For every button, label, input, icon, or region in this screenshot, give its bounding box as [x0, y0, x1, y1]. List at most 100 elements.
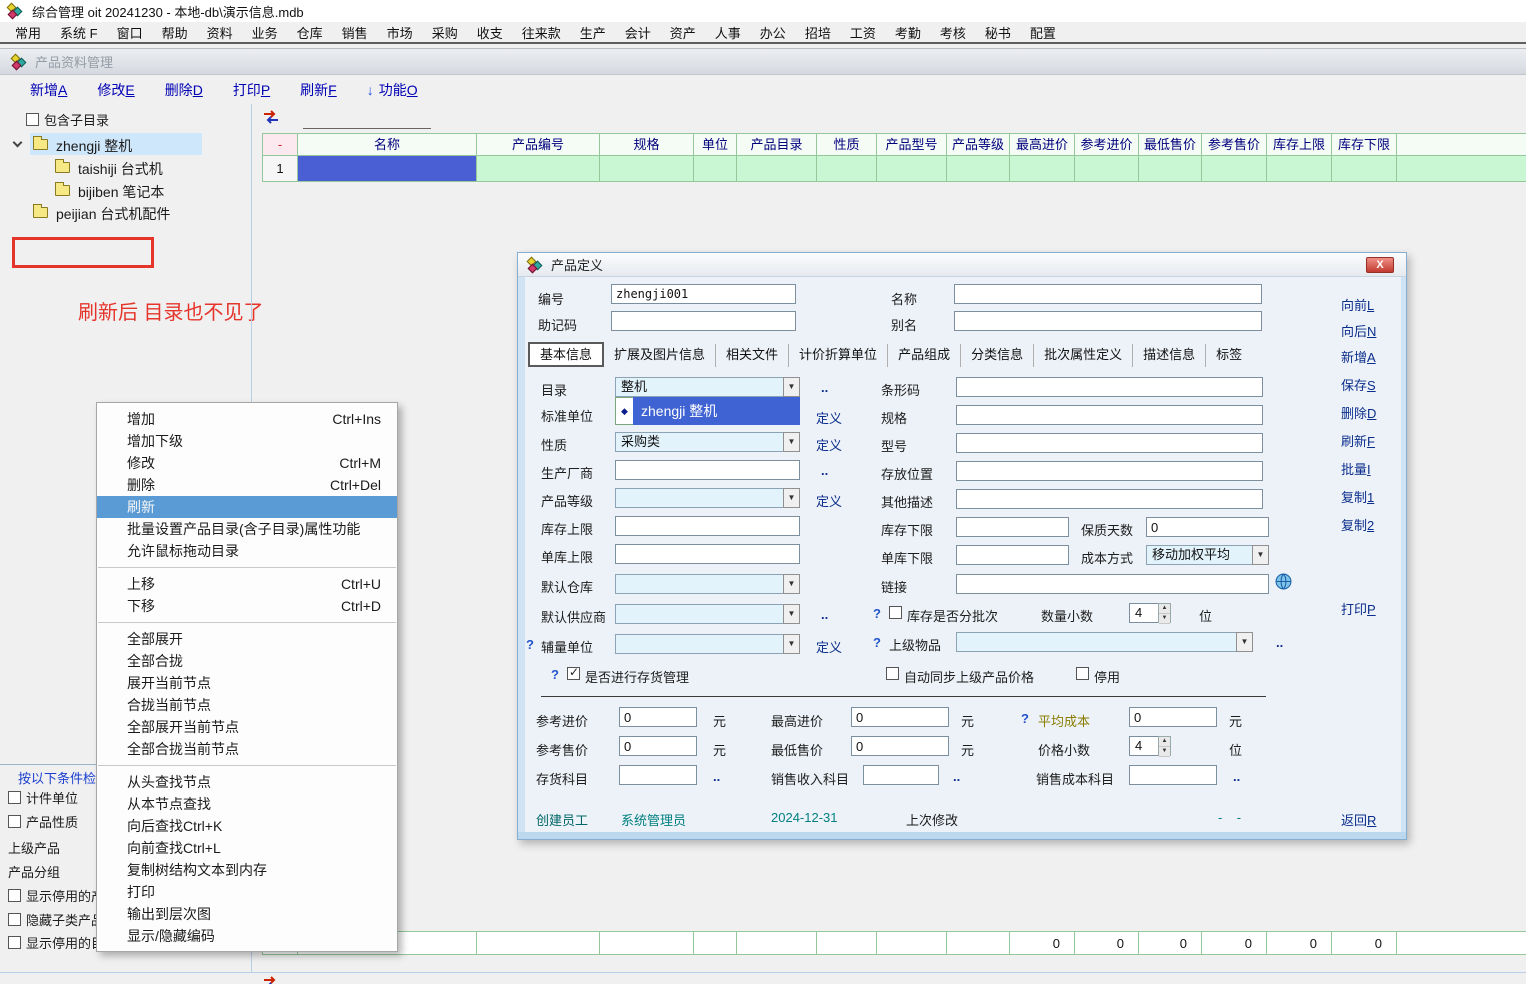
include-subfolder-checkbox[interactable] — [26, 113, 39, 126]
grid-header-cell[interactable]: 产品目录 — [737, 133, 817, 156]
manufacturer-input[interactable] — [615, 460, 800, 480]
menu-item[interactable]: 市场 — [384, 23, 416, 42]
menu-item[interactable]: 仓库 — [294, 23, 326, 42]
menu-item[interactable]: 业务 — [249, 23, 281, 42]
grid-cell[interactable] — [600, 156, 694, 182]
stock-account-browse-link[interactable]: .. — [713, 769, 720, 784]
grid-header-cell[interactable]: 规格 — [600, 133, 694, 156]
parent-item-combobox[interactable]: ▼ — [956, 632, 1253, 652]
catalog-combobox[interactable]: 整机▼ — [615, 377, 800, 397]
menu-item[interactable]: 窗口 — [114, 23, 146, 42]
grid-header-cell[interactable]: 库存下限 — [1332, 133, 1397, 156]
return-button[interactable]: 返回R — [1341, 810, 1376, 829]
cost-method-combobox[interactable]: 移动加权平均▼ — [1146, 545, 1269, 565]
grid-cell[interactable] — [947, 156, 1010, 182]
menu-item[interactable]: 人事 — [712, 23, 744, 42]
tab-basic-info[interactable]: 基本信息 — [528, 342, 604, 367]
print-button[interactable]: 打印P — [1341, 599, 1376, 618]
tree-node-peijian[interactable]: peijian 台式机配件 — [56, 204, 170, 224]
stock-lower-input[interactable] — [956, 517, 1069, 537]
menu-item-expand-node[interactable]: 展开当前节点 — [97, 672, 397, 694]
filter-checkbox[interactable] — [8, 936, 21, 949]
qty-decimal-stepper[interactable]: 4▲▼ — [1129, 603, 1171, 623]
batch-button[interactable]: 批量I — [1341, 459, 1371, 478]
menu-item-print[interactable]: 打印 — [97, 881, 397, 903]
menu-item-find-next[interactable]: 向后查找Ctrl+K — [97, 815, 397, 837]
link-input[interactable] — [956, 574, 1269, 594]
name-input[interactable] — [954, 284, 1262, 304]
tree-expand-icon[interactable] — [13, 138, 23, 148]
tab-composition[interactable]: 产品组成 — [888, 344, 961, 367]
aux-unit-combobox[interactable]: ▼ — [615, 634, 800, 654]
menu-item[interactable]: 常用 — [12, 23, 44, 42]
menu-item-allow-drag[interactable]: 允许鼠标拖动目录 — [97, 540, 397, 562]
quick-search-input[interactable] — [303, 112, 431, 129]
store-lower-input[interactable] — [956, 545, 1069, 565]
filter-checkbox[interactable] — [8, 815, 21, 828]
help-icon[interactable]: ? — [873, 606, 881, 621]
menu-item[interactable]: 帮助 — [159, 23, 191, 42]
spec-input[interactable] — [956, 405, 1263, 425]
menu-item-copy-tree-text[interactable]: 复制树结构文本到内存 — [97, 859, 397, 881]
sync-price-checkbox[interactable] — [886, 667, 899, 680]
supplier-browse-link[interactable]: .. — [821, 607, 828, 622]
avg-cost-input[interactable] — [1129, 707, 1217, 727]
store-upper-input[interactable] — [615, 544, 800, 564]
stock-upper-input[interactable] — [615, 516, 800, 536]
grid-header-cell[interactable]: 产品型号 — [877, 133, 947, 156]
ref-purchase-input[interactable] — [619, 707, 697, 727]
grid-header-cell[interactable]: 性质 — [817, 133, 877, 156]
default-warehouse-combobox[interactable]: ▼ — [615, 574, 800, 594]
menu-item[interactable]: 系统 F — [57, 23, 101, 42]
add-button[interactable]: 新增A — [30, 80, 67, 100]
grid-header-cell[interactable]: 参考进价 — [1075, 133, 1139, 156]
name-cell-selected[interactable] — [298, 156, 477, 182]
functions-button[interactable]: ↓功能O — [367, 80, 418, 100]
menu-item-add[interactable]: 增加Ctrl+Ins — [97, 408, 397, 430]
refresh-button[interactable]: 刷新F — [1341, 431, 1375, 450]
grid-header-cell[interactable]: 名称 — [298, 133, 477, 156]
aux-unit-define-link[interactable]: 定义 — [816, 637, 842, 656]
menu-item[interactable]: 资料 — [204, 23, 236, 42]
menu-item-add-child[interactable]: 增加下级 — [97, 430, 397, 452]
copy1-button[interactable]: 复制1 — [1341, 487, 1374, 506]
price-decimal-stepper[interactable]: 4▲▼ — [1129, 736, 1171, 756]
grid-header-cell[interactable]: 最低售价 — [1139, 133, 1202, 156]
grade-define-link[interactable]: 定义 — [816, 491, 842, 510]
alias-input[interactable] — [954, 311, 1262, 331]
grid-cell[interactable] — [877, 156, 947, 182]
menu-item[interactable]: 考核 — [937, 23, 969, 42]
prev-button[interactable]: 向前L — [1341, 295, 1374, 314]
menu-item-find-prev[interactable]: 向前查找Ctrl+L — [97, 837, 397, 859]
stepper-arrows[interactable]: ▲▼ — [1158, 603, 1171, 623]
inventory-mgmt-checkbox[interactable] — [567, 667, 580, 680]
menu-item[interactable]: 往来款 — [519, 23, 564, 42]
menu-item[interactable]: 生产 — [577, 23, 609, 42]
chevron-down-icon[interactable]: ▼ — [783, 488, 800, 508]
max-purchase-input[interactable] — [851, 707, 949, 727]
filter-checkbox[interactable] — [8, 913, 21, 926]
grid-cell[interactable] — [1139, 156, 1202, 182]
grid-cell[interactable] — [694, 156, 737, 182]
menu-item-expand-all[interactable]: 全部展开 — [97, 628, 397, 650]
barcode-input[interactable] — [956, 377, 1263, 397]
grid-cell[interactable] — [737, 156, 817, 182]
tab-classification[interactable]: 分类信息 — [961, 344, 1034, 367]
tab-extended-images[interactable]: 扩展及图片信息 — [604, 344, 716, 367]
grid-header-cell[interactable]: 产品等级 — [947, 133, 1010, 156]
tab-description[interactable]: 描述信息 — [1133, 344, 1206, 367]
menu-item[interactable]: 销售 — [339, 23, 371, 42]
grid-cell[interactable] — [1332, 156, 1397, 182]
menu-item[interactable]: 资产 — [667, 23, 699, 42]
chevron-down-icon[interactable]: ▼ — [1236, 632, 1253, 652]
grid-header-cell[interactable]: 参考售价 — [1202, 133, 1267, 156]
manufacturer-browse-link[interactable]: .. — [821, 463, 828, 478]
help-icon[interactable]: ? — [551, 667, 559, 682]
row-number-cell[interactable]: 1 — [262, 156, 298, 182]
grid-header-cell[interactable]: 最高进价 — [1010, 133, 1075, 156]
tab-unit-conversion[interactable]: 计价折算单位 — [789, 344, 888, 367]
menu-item[interactable]: 考勤 — [892, 23, 924, 42]
menu-item-export-hierarchy[interactable]: 输出到层次图 — [97, 903, 397, 925]
filter-checkbox[interactable] — [8, 791, 21, 804]
menu-item-move-down[interactable]: 下移Ctrl+D — [97, 595, 397, 617]
